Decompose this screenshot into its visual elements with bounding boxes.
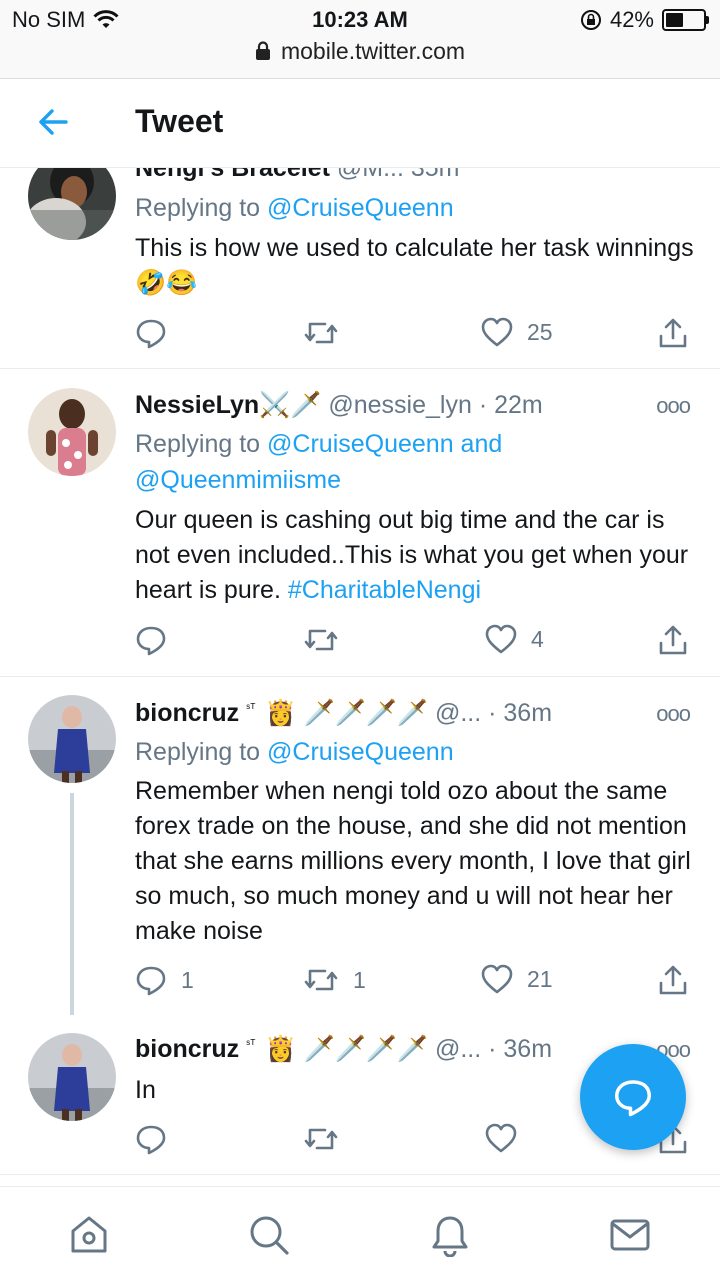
more-options-icon[interactable]: ooo: [656, 701, 691, 727]
mention-link[interactable]: @CruiseQueenn and: [267, 430, 502, 458]
messages-icon[interactable]: [608, 1213, 652, 1257]
timestamp: · 36m: [488, 1035, 553, 1063]
timestamp: · 22m: [478, 391, 543, 419]
replying-prefix: Replying to: [135, 738, 268, 766]
url-text: mobile.twitter.com: [280, 38, 466, 64]
timestamp: · 36m: [488, 699, 553, 727]
reply-count: 1: [181, 966, 194, 993]
tweet-text: This is how we used to calculate her tas…: [135, 234, 694, 297]
replying-to: Replying to @CruiseQueenn: [135, 734, 695, 770]
address-bar[interactable]: mobile.twitter.com: [0, 38, 720, 65]
rotation-lock-icon: [580, 10, 601, 30]
retweet-icon: [304, 1128, 338, 1150]
bottom-tab-bar: [0, 1186, 720, 1281]
name-emoji: ⚔️🗡️: [259, 391, 322, 419]
share-icon: [659, 625, 687, 655]
retweet-count: 1: [353, 966, 366, 993]
thread-line: [70, 793, 74, 1015]
mention-link[interactable]: @CruiseQueenn: [267, 738, 454, 766]
retweet-button[interactable]: [303, 317, 353, 349]
mention-link-2[interactable]: @Queenmimiisme: [135, 466, 341, 494]
like-count: 4: [531, 625, 544, 652]
notifications-icon[interactable]: [428, 1213, 472, 1257]
tweet-text: Remember when nengi told ozo about the s…: [135, 777, 691, 945]
like-button[interactable]: 4: [485, 624, 544, 654]
share-button[interactable]: [657, 317, 689, 349]
share-icon: [659, 965, 687, 995]
display-name[interactable]: bioncruz: [135, 699, 239, 727]
replying-prefix: Replying to: [135, 430, 268, 458]
name-emoji: 👸 🗡️🗡️🗡️🗡️: [265, 699, 428, 727]
like-icon: [485, 624, 517, 654]
retweet-button[interactable]: 1: [303, 964, 366, 996]
like-button[interactable]: 21: [481, 964, 553, 994]
share-icon: [659, 318, 687, 348]
name-badge: ˢᵀ: [246, 700, 256, 715]
tweet-actions: 4: [135, 624, 695, 660]
battery-percent: 42%: [609, 7, 654, 32]
like-button[interactable]: [485, 1123, 531, 1153]
name-badge: ˢᵀ: [246, 1036, 256, 1051]
like-count: 21: [527, 965, 553, 992]
retweet-icon: [304, 969, 338, 991]
tweet-text: Our queen is cashing out big time and th…: [135, 503, 705, 608]
home-icon[interactable]: [67, 1213, 111, 1257]
like-count: 25: [527, 318, 553, 345]
battery-icon: [662, 9, 709, 31]
page-title: Tweet: [135, 103, 224, 139]
tweet-2[interactable]: NessieLyn⚔️🗡️ @nessie_lyn · 22m ooo Repl…: [0, 369, 720, 675]
handle[interactable]: @...: [435, 699, 481, 727]
tweet-header: bioncruz ˢᵀ 👸 🗡️🗡️🗡️🗡️ @... · 36m: [135, 699, 552, 728]
tweet-3[interactable]: bioncruz ˢᵀ 👸 🗡️🗡️🗡️🗡️ @... · 36m ooo Rep…: [0, 677, 720, 1017]
compose-icon: [615, 1080, 651, 1117]
battery-area: 42%: [580, 7, 709, 33]
back-arrow-icon[interactable]: [36, 105, 70, 139]
like-icon: [485, 1123, 517, 1153]
tweet-header: NessieLyn⚔️🗡️ @nessie_lyn · 22m: [135, 391, 543, 420]
handle[interactable]: @nessie_lyn: [328, 391, 472, 419]
retweet-icon: [304, 322, 338, 344]
retweet-button[interactable]: [303, 624, 353, 656]
like-button[interactable]: 25: [481, 317, 553, 347]
reply-button[interactable]: [135, 1123, 181, 1155]
tweet-actions: 25: [135, 317, 695, 353]
replying-to: Replying to @CruiseQueenn: [135, 190, 695, 226]
replying-prefix: Replying to: [135, 194, 268, 222]
avatar[interactable]: [28, 695, 116, 783]
reply-icon: [136, 626, 166, 656]
reply-icon: [136, 966, 166, 996]
compose-button[interactable]: [580, 1044, 686, 1150]
avatar[interactable]: [28, 388, 116, 476]
reply-button[interactable]: [135, 317, 181, 349]
mention-link[interactable]: @CruiseQueenn: [267, 194, 454, 222]
search-icon[interactable]: [247, 1213, 291, 1257]
share-button[interactable]: [657, 624, 689, 656]
like-icon: [481, 317, 513, 347]
like-icon: [481, 964, 513, 994]
status-bar: No SIM 10:23 AM 42% mobile.twitter.com: [0, 0, 720, 79]
tweet-actions: 1 1 21: [135, 964, 695, 1000]
reply-button[interactable]: [135, 624, 181, 656]
reply-button[interactable]: 1: [135, 964, 194, 996]
replying-to: Replying to @CruiseQueenn and @Queenmimi…: [135, 426, 695, 498]
retweet-button[interactable]: [303, 1123, 353, 1155]
handle[interactable]: @...: [435, 1035, 481, 1063]
more-options-icon[interactable]: ooo: [656, 393, 691, 419]
display-name[interactable]: bioncruz: [135, 1035, 239, 1063]
reply-icon: [136, 319, 166, 349]
hashtag-link[interactable]: #CharitableNengi: [288, 576, 481, 604]
lock-icon: [255, 41, 270, 60]
page-header: Tweet: [0, 79, 720, 168]
name-emoji: 👸 🗡️🗡️🗡️🗡️: [265, 1035, 428, 1063]
avatar[interactable]: [28, 1033, 116, 1121]
divider: [0, 1174, 720, 1175]
share-button[interactable]: [657, 964, 689, 996]
reply-icon: [136, 1125, 166, 1155]
display-name[interactable]: NessieLyn: [135, 391, 259, 419]
retweet-icon: [304, 629, 338, 651]
tweet-header: bioncruz ˢᵀ 👸 🗡️🗡️🗡️🗡️ @... · 36m: [135, 1035, 552, 1064]
tweet-1[interactable]: Nengi's Bracelet @M... 35m Replying to @…: [0, 150, 720, 366]
